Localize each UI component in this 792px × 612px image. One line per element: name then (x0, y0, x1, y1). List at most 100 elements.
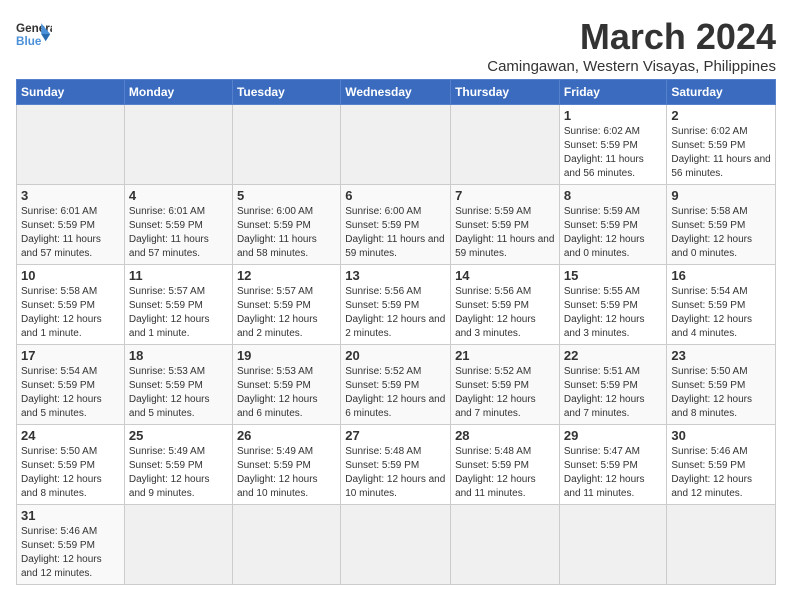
day-number: 17 (21, 348, 120, 363)
day-info: Sunrise: 5:56 AM Sunset: 5:59 PM Dayligh… (455, 285, 555, 341)
weekday-header-friday: Friday (559, 80, 667, 105)
day-number: 29 (564, 428, 663, 443)
day-number: 2 (671, 108, 771, 123)
day-info: Sunrise: 5:57 AM Sunset: 5:59 PM Dayligh… (237, 285, 336, 341)
calendar-cell: 17Sunrise: 5:54 AM Sunset: 5:59 PM Dayli… (17, 345, 125, 425)
day-number: 8 (564, 188, 663, 203)
day-number: 28 (455, 428, 555, 443)
day-info: Sunrise: 5:48 AM Sunset: 5:59 PM Dayligh… (345, 445, 446, 501)
day-info: Sunrise: 6:01 AM Sunset: 5:59 PM Dayligh… (21, 205, 120, 261)
calendar-cell (667, 505, 776, 585)
day-number: 25 (129, 428, 228, 443)
title-block: March 2024 Camingawan, Western Visayas, … (487, 16, 776, 75)
day-info: Sunrise: 6:00 AM Sunset: 5:59 PM Dayligh… (345, 205, 446, 261)
calendar-cell (451, 505, 560, 585)
day-number: 9 (671, 188, 771, 203)
calendar-cell (341, 105, 451, 185)
weekday-header-thursday: Thursday (451, 80, 560, 105)
calendar-week-row: 24 Sunrise: 5:50 AM Sunset: 5:59 PM Dayli… (17, 425, 776, 505)
logo: General Blue (16, 16, 52, 52)
calendar-cell: 5 Sunrise: 6:00 AM Sunset: 5:59 PM Daylig… (232, 185, 340, 265)
calendar-cell: 29Sunrise: 5:47 AM Sunset: 5:59 PM Dayli… (559, 425, 667, 505)
calendar-week-row: 17Sunrise: 5:54 AM Sunset: 5:59 PM Dayli… (17, 345, 776, 425)
day-info: Sunrise: 5:48 AM Sunset: 5:59 PM Dayligh… (455, 445, 555, 501)
calendar-cell: 28 Sunrise: 5:48 AM Sunset: 5:59 PM Dayli… (451, 425, 560, 505)
weekday-header-wednesday: Wednesday (341, 80, 451, 105)
calendar-cell (559, 505, 667, 585)
day-number: 16 (671, 268, 771, 283)
day-number: 1 (564, 108, 663, 123)
day-number: 22 (564, 348, 663, 363)
day-info: Sunrise: 5:50 AM Sunset: 5:59 PM Dayligh… (21, 445, 120, 501)
day-info: Sunrise: 5:50 AM Sunset: 5:59 PM Dayligh… (671, 365, 771, 421)
day-info: Sunrise: 5:58 AM Sunset: 5:59 PM Dayligh… (21, 285, 120, 341)
calendar-cell (232, 105, 340, 185)
calendar-cell: 21 Sunrise: 5:52 AM Sunset: 5:59 PM Dayli… (451, 345, 560, 425)
calendar-cell: 6 Sunrise: 6:00 AM Sunset: 5:59 PM Daylig… (341, 185, 451, 265)
calendar-cell (341, 505, 451, 585)
calendar-cell (124, 505, 232, 585)
location-subtitle: Camingawan, Western Visayas, Philippines (487, 58, 776, 75)
day-number: 6 (345, 188, 446, 203)
day-info: Sunrise: 5:54 AM Sunset: 5:59 PM Dayligh… (671, 285, 771, 341)
day-number: 21 (455, 348, 555, 363)
weekday-header-monday: Monday (124, 80, 232, 105)
day-info: Sunrise: 5:59 AM Sunset: 5:59 PM Dayligh… (564, 205, 663, 261)
day-info: Sunrise: 5:53 AM Sunset: 5:59 PM Dayligh… (237, 365, 336, 421)
day-info: Sunrise: 6:02 AM Sunset: 5:59 PM Dayligh… (564, 125, 663, 181)
day-number: 5 (237, 188, 336, 203)
header: General Blue March 2024 Camingawan, West… (16, 16, 776, 75)
calendar-cell: 13 Sunrise: 5:56 AM Sunset: 5:59 PM Dayli… (341, 265, 451, 345)
day-info: Sunrise: 6:01 AM Sunset: 5:59 PM Dayligh… (129, 205, 228, 261)
calendar-cell: 16 Sunrise: 5:54 AM Sunset: 5:59 PM Dayli… (667, 265, 776, 345)
day-info: Sunrise: 5:56 AM Sunset: 5:59 PM Dayligh… (345, 285, 446, 341)
calendar-cell: 12 Sunrise: 5:57 AM Sunset: 5:59 PM Dayli… (232, 265, 340, 345)
weekday-header-sunday: Sunday (17, 80, 125, 105)
calendar-table: SundayMondayTuesdayWednesdayThursdayFrid… (16, 79, 776, 585)
day-info: Sunrise: 5:59 AM Sunset: 5:59 PM Dayligh… (455, 205, 555, 261)
day-number: 19 (237, 348, 336, 363)
svg-text:Blue: Blue (16, 35, 42, 48)
day-number: 15 (564, 268, 663, 283)
calendar-cell (232, 505, 340, 585)
day-info: Sunrise: 5:53 AM Sunset: 5:59 PM Dayligh… (129, 365, 228, 421)
day-info: Sunrise: 5:51 AM Sunset: 5:59 PM Dayligh… (564, 365, 663, 421)
calendar-cell: 31Sunrise: 5:46 AM Sunset: 5:59 PM Dayli… (17, 505, 125, 585)
day-number: 31 (21, 508, 120, 523)
day-number: 4 (129, 188, 228, 203)
calendar-cell: 18 Sunrise: 5:53 AM Sunset: 5:59 PM Dayli… (124, 345, 232, 425)
calendar-cell: 3 Sunrise: 6:01 AM Sunset: 5:59 PM Daylig… (17, 185, 125, 265)
calendar-cell (124, 105, 232, 185)
day-number: 13 (345, 268, 446, 283)
day-number: 10 (21, 268, 120, 283)
day-info: Sunrise: 6:00 AM Sunset: 5:59 PM Dayligh… (237, 205, 336, 261)
calendar-cell: 26Sunrise: 5:49 AM Sunset: 5:59 PM Dayli… (232, 425, 340, 505)
calendar-cell: 24 Sunrise: 5:50 AM Sunset: 5:59 PM Dayli… (17, 425, 125, 505)
weekday-header-tuesday: Tuesday (232, 80, 340, 105)
day-info: Sunrise: 5:49 AM Sunset: 5:59 PM Dayligh… (237, 445, 336, 501)
calendar-cell: 25Sunrise: 5:49 AM Sunset: 5:59 PM Dayli… (124, 425, 232, 505)
day-number: 12 (237, 268, 336, 283)
weekday-header-row: SundayMondayTuesdayWednesdayThursdayFrid… (17, 80, 776, 105)
day-number: 23 (671, 348, 771, 363)
day-info: Sunrise: 5:46 AM Sunset: 5:59 PM Dayligh… (671, 445, 771, 501)
calendar-cell: 27 Sunrise: 5:48 AM Sunset: 5:59 PM Dayli… (341, 425, 451, 505)
weekday-header-saturday: Saturday (667, 80, 776, 105)
day-number: 27 (345, 428, 446, 443)
day-number: 18 (129, 348, 228, 363)
calendar-cell: 23 Sunrise: 5:50 AM Sunset: 5:59 PM Dayli… (667, 345, 776, 425)
day-number: 3 (21, 188, 120, 203)
calendar-cell: 11Sunrise: 5:57 AM Sunset: 5:59 PM Dayli… (124, 265, 232, 345)
day-info: Sunrise: 5:58 AM Sunset: 5:59 PM Dayligh… (671, 205, 771, 261)
calendar-week-row: 1 Sunrise: 6:02 AM Sunset: 5:59 PM Daylig… (17, 105, 776, 185)
day-info: Sunrise: 5:55 AM Sunset: 5:59 PM Dayligh… (564, 285, 663, 341)
calendar-cell: 14Sunrise: 5:56 AM Sunset: 5:59 PM Dayli… (451, 265, 560, 345)
calendar-cell: 30Sunrise: 5:46 AM Sunset: 5:59 PM Dayli… (667, 425, 776, 505)
day-number: 24 (21, 428, 120, 443)
calendar-cell: 22 Sunrise: 5:51 AM Sunset: 5:59 PM Dayli… (559, 345, 667, 425)
day-info: Sunrise: 5:52 AM Sunset: 5:59 PM Dayligh… (455, 365, 555, 421)
calendar-cell: 4 Sunrise: 6:01 AM Sunset: 5:59 PM Daylig… (124, 185, 232, 265)
calendar-cell: 2Sunrise: 6:02 AM Sunset: 5:59 PM Daylig… (667, 105, 776, 185)
calendar-cell: 8 Sunrise: 5:59 AM Sunset: 5:59 PM Daylig… (559, 185, 667, 265)
calendar-cell (451, 105, 560, 185)
